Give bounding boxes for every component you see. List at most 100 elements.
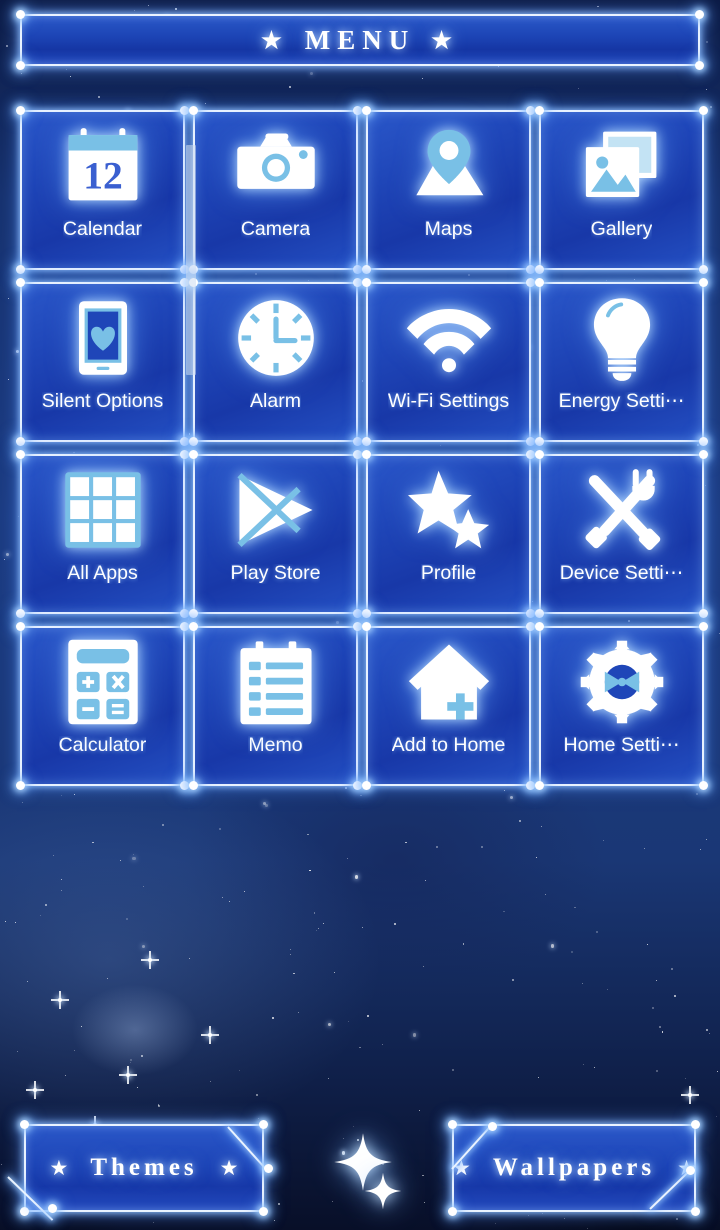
app-tile-label: Camera <box>240 220 311 240</box>
corner-dot <box>448 1120 457 1129</box>
corner-dot <box>695 10 704 19</box>
corner-dot <box>526 781 535 790</box>
corner-dot <box>535 265 544 274</box>
corner-dot <box>362 609 371 618</box>
app-tile-label: Silent Options <box>41 392 164 412</box>
app-tile-label: Calendar <box>62 220 143 240</box>
gear-icon <box>541 628 702 736</box>
app-tile-label: Home Setti⋯ <box>563 736 680 756</box>
corner-dot <box>362 437 371 446</box>
app-row: All Apps Play Store Profile Device Setti… <box>0 450 720 624</box>
app-tile-label: Play Store <box>230 564 321 584</box>
app-tile-alarm[interactable]: Alarm <box>189 278 362 446</box>
app-tile-memo[interactable]: Memo <box>189 622 362 790</box>
app-tile-label: Alarm <box>250 392 301 412</box>
corner-dot <box>691 1120 700 1129</box>
page-title: ★ MENU ★ <box>261 25 459 56</box>
corner-dot <box>16 10 25 19</box>
corner-dot <box>526 265 535 274</box>
app-tile-label: Profile <box>420 564 477 584</box>
star-icon: ★ <box>431 27 459 53</box>
corner-dot <box>448 1207 457 1216</box>
corner-dot <box>353 781 362 790</box>
app-tile-label: Device Setti⋯ <box>559 564 684 584</box>
corner-dot <box>16 437 25 446</box>
app-tile-camera[interactable]: Camera <box>189 106 362 274</box>
star-icon: ★ <box>49 1156 69 1180</box>
corner-dot <box>362 781 371 790</box>
tools-icon <box>541 456 702 564</box>
svg-text:12: 12 <box>83 153 123 197</box>
house-plus-icon <box>368 628 529 736</box>
calculator-icon <box>22 628 183 736</box>
corner-dot <box>20 1120 29 1129</box>
play-store-icon <box>195 456 356 564</box>
app-tile-calculator[interactable]: Calculator <box>16 622 189 790</box>
app-tile-play-store[interactable]: Play Store <box>189 450 362 618</box>
menu-title-text: MENU <box>304 24 416 55</box>
app-tile-wi-fi-settings[interactable]: Wi-Fi Settings <box>362 278 535 446</box>
app-grid-icon <box>22 456 183 564</box>
corner-dot <box>691 1207 700 1216</box>
app-row: Calculator Memo Add to Home Home Setti⋯ <box>0 622 720 796</box>
app-grid: 12 Calendar Camera Maps Gallery Silent O… <box>0 106 720 796</box>
constellation-dot <box>48 1204 57 1213</box>
corner-dot <box>535 781 544 790</box>
app-tile-calendar[interactable]: 12 Calendar <box>16 106 189 274</box>
corner-dot <box>699 609 708 618</box>
map-pin-icon <box>368 112 529 220</box>
app-tile-silent-options[interactable]: Silent Options <box>16 278 189 446</box>
corner-dot <box>535 437 544 446</box>
corner-dot <box>362 265 371 274</box>
corner-dot <box>699 265 708 274</box>
corner-dot <box>699 437 708 446</box>
star-icon: ★ <box>219 1156 239 1180</box>
themes-button-label: Themes <box>90 1154 198 1181</box>
clock-icon <box>195 284 356 392</box>
corner-dot <box>180 609 189 618</box>
star-icon: ★ <box>261 27 289 53</box>
lightbulb-icon <box>541 284 702 392</box>
app-tile-gallery[interactable]: Gallery <box>535 106 708 274</box>
app-tile-add-to-home[interactable]: Add to Home <box>362 622 535 790</box>
app-row: Silent Options Alarm Wi-Fi Settings Ener… <box>0 278 720 452</box>
corner-dot <box>526 609 535 618</box>
corner-dot <box>535 609 544 618</box>
app-tile-label: Maps <box>424 220 473 240</box>
corner-dot <box>526 437 535 446</box>
app-tile-label: Add to Home <box>391 736 506 756</box>
star-icon: ★ <box>452 1156 471 1180</box>
corner-dot <box>259 1207 268 1216</box>
corner-dot <box>16 61 25 70</box>
themes-button[interactable]: ★ Themes ★ <box>20 1120 268 1216</box>
app-tile-profile[interactable]: Profile <box>362 450 535 618</box>
app-tile-label: Gallery <box>590 220 653 240</box>
app-tile-label: Calculator <box>58 736 147 756</box>
app-tile-label: All Apps <box>67 564 138 584</box>
camera-icon <box>195 112 356 220</box>
constellation-dot <box>264 1164 273 1173</box>
constellation-dot <box>488 1122 497 1131</box>
app-tile-label: Memo <box>248 736 303 756</box>
app-tile-maps[interactable]: Maps <box>362 106 535 274</box>
corner-dot <box>189 781 198 790</box>
scrollbar-thumb[interactable] <box>186 145 196 375</box>
corner-dot <box>180 781 189 790</box>
constellation-dot <box>686 1166 695 1175</box>
corner-dot <box>699 781 708 790</box>
corner-dot <box>189 609 198 618</box>
corner-dot <box>259 1120 268 1129</box>
app-tile-energy-setti[interactable]: Energy Setti⋯ <box>535 278 708 446</box>
app-tile-all-apps[interactable]: All Apps <box>16 450 189 618</box>
sparkle-small-icon <box>364 1172 402 1210</box>
app-tile-device-setti[interactable]: Device Setti⋯ <box>535 450 708 618</box>
corner-dot <box>353 437 362 446</box>
app-tile-home-setti[interactable]: Home Setti⋯ <box>535 622 708 790</box>
app-tile-label: Wi-Fi Settings <box>387 392 510 412</box>
corner-dot <box>16 781 25 790</box>
corner-dot <box>180 437 189 446</box>
gallery-icon <box>541 112 702 220</box>
corner-dot <box>16 265 25 274</box>
wifi-icon <box>368 284 529 392</box>
corner-dot <box>16 609 25 618</box>
